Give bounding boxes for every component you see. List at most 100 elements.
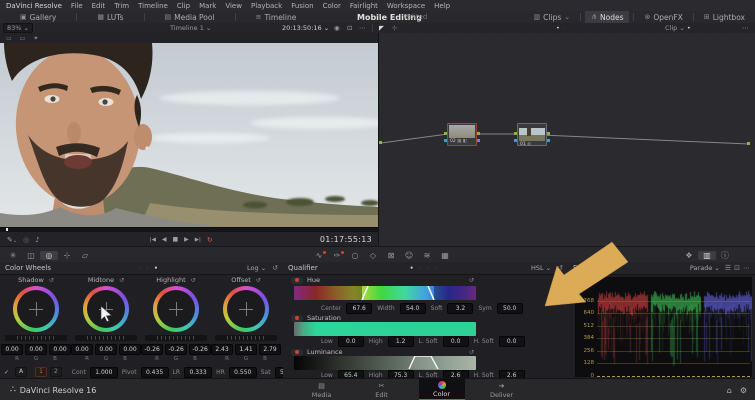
- scopes-mode-select[interactable]: Parade ⌄: [690, 264, 720, 272]
- settings-icon[interactable]: ⚙: [740, 386, 747, 395]
- shadow-master-wheel[interactable]: [5, 335, 67, 341]
- info-icon[interactable]: ⓘ: [716, 250, 734, 261]
- adjust-value-lr[interactable]: 0.333: [184, 366, 213, 378]
- menu-timeline[interactable]: Timeline: [138, 2, 168, 10]
- tab-color[interactable]: Color: [418, 379, 465, 400]
- sat-range-bar[interactable]: [294, 322, 476, 336]
- play-button[interactable]: ▶: [181, 236, 192, 243]
- master-timecode[interactable]: 20:13:50:16 ⌄: [282, 24, 329, 32]
- menu-clip[interactable]: Clip: [177, 2, 190, 10]
- menu-file[interactable]: File: [71, 2, 83, 10]
- more-icon[interactable]: ⋯: [743, 264, 750, 272]
- sat-lsoft-value[interactable]: 0.0: [442, 336, 469, 347]
- plugin-icon[interactable]: ▦: [436, 251, 454, 260]
- menu-playback[interactable]: Playback: [251, 2, 282, 10]
- hue-center-value[interactable]: 67.6: [346, 303, 373, 314]
- hue-sym-value[interactable]: 50.0: [496, 303, 523, 314]
- menu-color[interactable]: Color: [323, 2, 341, 10]
- stop-button[interactable]: ■: [170, 236, 182, 243]
- source-output-port[interactable]: [379, 141, 382, 144]
- panel-page-dots[interactable]: • · · ·: [410, 265, 439, 272]
- node-mode-select[interactable]: Clip ⌄ •: [665, 24, 691, 32]
- window-icon[interactable]: ○: [346, 251, 364, 260]
- pan-tool-icon[interactable]: ⊹: [392, 24, 397, 32]
- panel-page-dots[interactable]: · · •: [138, 265, 159, 272]
- reset-icon[interactable]: ↺: [272, 264, 278, 272]
- openfx-button[interactable]: ⊛ OpenFX: [638, 11, 688, 23]
- wheel-rgb-value[interactable]: -0.26: [165, 344, 187, 355]
- clips-button[interactable]: ▥ Clips ⌄: [528, 11, 577, 23]
- bars-toggle-icon[interactable]: ✓: [4, 369, 9, 376]
- sink-input-port[interactable]: [747, 142, 750, 145]
- highlight-color-wheel[interactable]: [153, 286, 199, 332]
- reset-icon[interactable]: ↺: [256, 277, 261, 284]
- node-editor[interactable]: 02 ▦ ◧ 01 ◍: [378, 33, 755, 246]
- video-viewer[interactable]: [0, 43, 378, 227]
- scope-layout-icon[interactable]: ☰: [725, 264, 731, 272]
- auto-balance-icon[interactable]: A: [15, 367, 28, 377]
- menu-trim[interactable]: Trim: [114, 2, 129, 10]
- skip-end-button[interactable]: ▶|: [192, 237, 204, 243]
- menu-help[interactable]: Help: [434, 2, 450, 10]
- keyer-icon[interactable]: ⊠: [382, 251, 400, 260]
- grab-still-icon[interactable]: ◎: [20, 236, 32, 244]
- expand-icon[interactable]: ⊡: [347, 24, 352, 32]
- wheel-rgb-value[interactable]: 0.00: [119, 344, 141, 355]
- luts-button[interactable]: ▦ LUTs: [91, 11, 129, 23]
- pointer-tool-icon[interactable]: ◤: [379, 24, 384, 32]
- reset-icon[interactable]: ↺: [469, 349, 474, 356]
- timeline-button[interactable]: ≡ Timeline: [250, 11, 303, 23]
- curves-icon[interactable]: ∿: [310, 250, 328, 260]
- reset-icon[interactable]: ↺: [191, 277, 196, 284]
- camera-raw-icon[interactable]: ✳: [4, 251, 22, 260]
- wheel-rgb-value[interactable]: 0.00: [25, 344, 47, 355]
- sat-high-value[interactable]: 1.2: [387, 336, 414, 347]
- hue-width-value[interactable]: 54.0: [399, 303, 426, 314]
- tab-edit[interactable]: ✂ Edit: [359, 379, 405, 400]
- wheels-mode-select[interactable]: Log ⌄: [247, 264, 266, 272]
- lum-range-bar[interactable]: [294, 356, 476, 370]
- wipe-mode-icon[interactable]: ▭: [6, 35, 12, 42]
- adjust-value-hr[interactable]: 0.550: [228, 366, 257, 378]
- sizing-icon[interactable]: ▱: [76, 251, 94, 260]
- home-icon[interactable]: ⌂: [727, 386, 732, 395]
- midtone-master-wheel[interactable]: [75, 335, 137, 341]
- tab-deliver[interactable]: ➔ Deliver: [479, 379, 525, 400]
- menu-edit[interactable]: Edit: [92, 2, 106, 10]
- skip-start-button[interactable]: |◀: [147, 237, 159, 243]
- menu-fusion[interactable]: Fusion: [291, 2, 313, 10]
- lum-enable-toggle[interactable]: [291, 348, 303, 356]
- reset-icon[interactable]: ↺: [469, 277, 474, 284]
- offset-master-wheel[interactable]: [215, 335, 277, 341]
- sat-low-value[interactable]: 0.0: [337, 336, 364, 347]
- viewer-zoom-select[interactable]: 83% ⌄: [3, 23, 33, 33]
- qualifier-mode-select[interactable]: HSL ⌄: [531, 264, 551, 272]
- wheel-rgb-value[interactable]: 0.00: [71, 344, 93, 355]
- node-page-dots[interactable]: • ·: [556, 24, 564, 32]
- loop-button[interactable]: ↻: [204, 236, 216, 244]
- wheel-rgb-value[interactable]: -0.26: [141, 344, 163, 355]
- tracker-icon[interactable]: ⊹: [58, 251, 76, 260]
- more-icon[interactable]: ⋯: [742, 24, 749, 32]
- shadow-color-wheel[interactable]: [13, 286, 59, 332]
- wheel-rgb-value[interactable]: -0.26: [189, 344, 211, 355]
- color-viewer-icon[interactable]: ◉: [334, 24, 340, 32]
- wheel-rgb-value[interactable]: 0.00: [95, 344, 117, 355]
- node-02[interactable]: 02 ▦ ◧: [444, 123, 480, 146]
- blur-palette-icon[interactable]: ❖: [680, 251, 698, 260]
- color-mixer-icon[interactable]: ◫: [22, 251, 40, 260]
- reset-icon[interactable]: ↺: [557, 264, 563, 272]
- wheel-page-2[interactable]: 2: [49, 367, 62, 377]
- reset-icon[interactable]: ↺: [49, 277, 54, 284]
- face-refinement-icon[interactable]: ☺: [400, 251, 418, 260]
- sat-hsoft-value[interactable]: 0.0: [498, 336, 525, 347]
- tab-media[interactable]: ▤ Media: [299, 379, 345, 400]
- color-wheels-icon[interactable]: ◎: [40, 250, 58, 260]
- menu-mark[interactable]: Mark: [199, 2, 216, 10]
- node-01[interactable]: 01 ◍: [514, 123, 550, 147]
- menu-workspace[interactable]: Workspace: [387, 2, 425, 10]
- split-mode-icon[interactable]: ▭: [20, 35, 26, 42]
- hue-range-bar[interactable]: [294, 286, 476, 300]
- window-alt-icon[interactable]: ◇: [364, 251, 382, 260]
- menu-fairlight[interactable]: Fairlight: [350, 2, 378, 10]
